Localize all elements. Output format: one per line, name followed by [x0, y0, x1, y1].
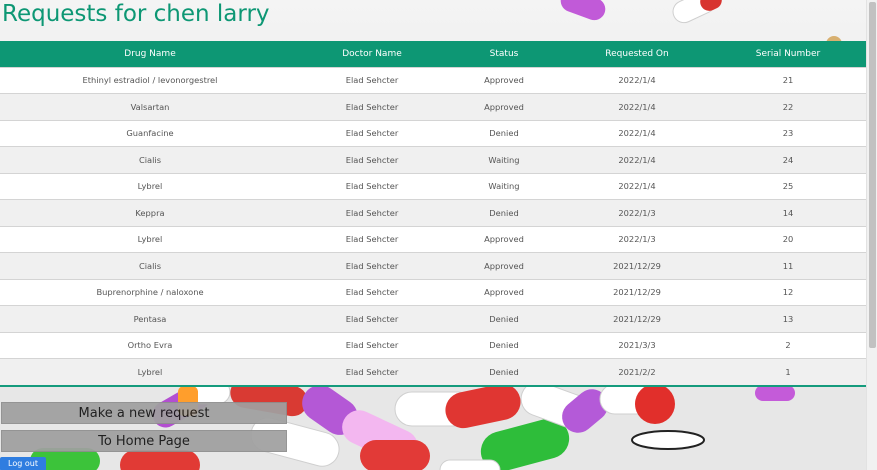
cell-status: Approved: [484, 101, 524, 112]
make-new-request-button[interactable]: Make a new request: [1, 402, 287, 424]
cell-serial-number: 25: [782, 181, 794, 192]
table-body: Ethinyl estradiol / levonorgestrel Elad S…: [0, 67, 866, 385]
table-row: Cialis Elad Sehcter Waiting 2022/1/4 24: [0, 146, 866, 173]
cell-doctor-name: Elad Sehcter: [345, 234, 399, 245]
cell-doctor-name: Elad Sehcter: [345, 313, 399, 324]
cell-serial-number: 20: [782, 234, 794, 245]
column-header-doctor-name: Doctor Name: [342, 48, 402, 59]
cell-serial-number: 1: [785, 367, 791, 377]
cell-drug-name: Ortho Evra: [127, 340, 173, 351]
column-header-requested-on: Requested On: [605, 48, 669, 59]
cell-doctor-name: Elad Sehcter: [345, 287, 399, 298]
cell-drug-name: Lybrel: [137, 181, 163, 192]
cell-serial-number: 2: [785, 340, 791, 351]
cell-doctor-name: Elad Sehcter: [345, 128, 399, 139]
column-header-status: Status: [489, 48, 519, 59]
cell-requested-on: 2022/1/4: [618, 128, 656, 139]
cell-drug-name: Lybrel: [137, 234, 163, 245]
cell-serial-number: 24: [782, 154, 794, 165]
cell-status: Denied: [489, 207, 519, 218]
cell-status: Denied: [489, 313, 519, 324]
column-header-serial-number: Serial Number: [755, 48, 821, 59]
cell-doctor-name: Elad Sehcter: [345, 101, 399, 112]
table-row: Cialis Elad Sehcter Approved 2021/12/29 11: [0, 252, 866, 279]
cell-requested-on: 2022/1/4: [618, 75, 656, 86]
cell-status: Waiting: [488, 154, 520, 165]
home-page-button[interactable]: To Home Page: [1, 430, 287, 452]
cell-status: Denied: [489, 367, 519, 377]
cell-status: Denied: [489, 340, 519, 351]
cell-status: Approved: [484, 260, 524, 271]
cell-drug-name: Pentasa: [133, 313, 167, 324]
table-row: Lybrel Elad Sehcter Approved 2022/1/3 20: [0, 226, 866, 253]
cell-requested-on: 2022/1/4: [618, 154, 656, 165]
cell-drug-name: Cialis: [138, 260, 162, 271]
cell-drug-name: Keppra: [135, 207, 165, 218]
column-header-drug-name: Drug Name: [124, 48, 176, 59]
cell-drug-name: Lybrel: [137, 367, 163, 377]
page-title: Requests for chen larry: [2, 1, 270, 27]
cell-serial-number: 22: [782, 101, 794, 112]
cell-drug-name: Buprenorphine / naloxone: [96, 287, 204, 298]
table-row: Guanfacine Elad Sehcter Denied 2022/1/4 23: [0, 120, 866, 147]
cell-serial-number: 23: [782, 128, 794, 139]
logout-button[interactable]: Log out: [0, 457, 46, 470]
table-header-row: Drug Name Doctor Name Status Requested O…: [0, 41, 866, 67]
table-row: Ortho Evra Elad Sehcter Denied 2021/3/3 2: [0, 332, 866, 359]
cell-doctor-name: Elad Sehcter: [345, 367, 399, 377]
cell-doctor-name: Elad Sehcter: [345, 75, 399, 86]
table-row: Lybrel Elad Sehcter Denied 2021/2/2 1: [0, 358, 866, 385]
cell-drug-name: Guanfacine: [126, 128, 174, 139]
cell-status: Waiting: [488, 181, 520, 192]
table-row: Pentasa Elad Sehcter Denied 2021/12/29 13: [0, 305, 866, 332]
table-row: Keppra Elad Sehcter Denied 2022/1/3 14: [0, 199, 866, 226]
cell-status: Approved: [484, 287, 524, 298]
cell-serial-number: 12: [782, 287, 794, 298]
cell-serial-number: 21: [782, 75, 794, 86]
cell-serial-number: 14: [782, 207, 794, 218]
cell-requested-on: 2022/1/4: [618, 101, 656, 112]
table-header: Drug Name Doctor Name Status Requested O…: [0, 41, 866, 67]
page-scrollbar[interactable]: [866, 0, 877, 470]
cell-requested-on: 2021/12/29: [613, 287, 661, 298]
cell-drug-name: Valsartan: [130, 101, 170, 112]
table-row: Valsartan Elad Sehcter Approved 2022/1/4 22: [0, 93, 866, 120]
cell-drug-name: Cialis: [138, 154, 162, 165]
cell-doctor-name: Elad Sehcter: [345, 340, 399, 351]
table-row: Buprenorphine / naloxone Elad Sehcter Appr…: [0, 279, 866, 306]
cell-status: Denied: [489, 128, 519, 139]
scrollbar-thumb[interactable]: [869, 2, 876, 348]
cell-doctor-name: Elad Sehcter: [345, 154, 399, 165]
table-row: Lybrel Elad Sehcter Waiting 2022/1/4 25: [0, 173, 866, 200]
cell-requested-on: 2022/1/3: [618, 234, 656, 245]
requests-table-container: Drug Name Doctor Name Status Requested O…: [0, 41, 866, 387]
table-row: Ethinyl estradiol / levonorgestrel Elad S…: [0, 67, 866, 94]
cell-doctor-name: Elad Sehcter: [345, 181, 399, 192]
cell-requested-on: 2021/2/2: [618, 367, 656, 377]
cell-doctor-name: Elad Sehcter: [345, 260, 399, 271]
cell-requested-on: 2022/1/3: [618, 207, 656, 218]
cell-doctor-name: Elad Sehcter: [345, 207, 399, 218]
cell-requested-on: 2021/3/3: [618, 340, 656, 351]
cell-serial-number: 13: [782, 313, 794, 324]
cell-requested-on: 2021/12/29: [613, 313, 661, 324]
cell-status: Approved: [484, 234, 524, 245]
cell-requested-on: 2021/12/29: [613, 260, 661, 271]
cell-drug-name: Ethinyl estradiol / levonorgestrel: [82, 75, 218, 86]
requests-table: Drug Name Doctor Name Status Requested O…: [0, 41, 866, 385]
cell-status: Approved: [484, 75, 524, 86]
cell-serial-number: 11: [782, 260, 794, 271]
cell-requested-on: 2022/1/4: [618, 181, 656, 192]
